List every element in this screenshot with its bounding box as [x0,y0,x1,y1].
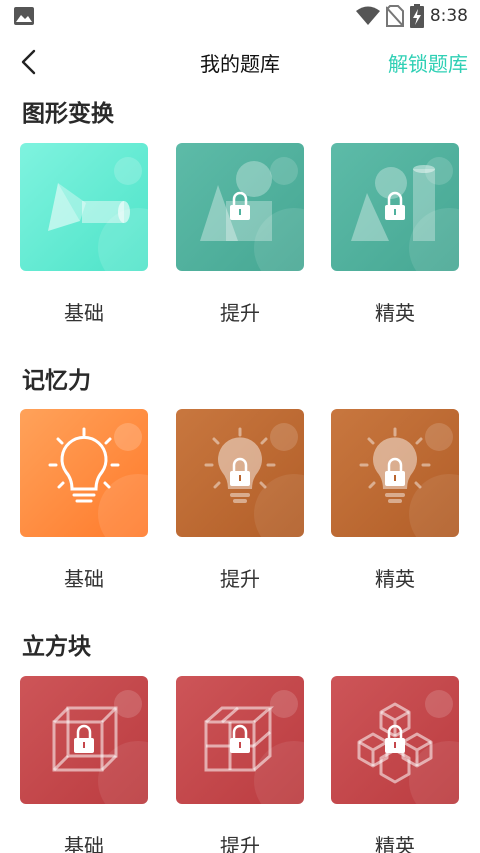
tile-cube-elite[interactable] [331,676,459,804]
status-time: 8:38 [429,6,468,26]
tile-label: 基础 [64,834,104,853]
status-bar: 8:38 [0,0,480,32]
tile-label: 精英 [375,567,415,591]
tile-shape-advanced[interactable] [176,143,304,271]
gallery-icon [14,7,34,25]
tile-cube-advanced[interactable] [176,676,304,804]
tile-label: 提升 [220,834,260,853]
tile-shape-basic[interactable] [20,143,148,271]
shapes-icon [331,143,459,271]
section-title-cubes: 立方块 [22,634,91,660]
shapes-icon [20,143,148,271]
unlock-bank-link[interactable]: 解锁题库 [388,48,468,77]
lightbulb-icon [176,409,304,537]
tile-label: 提升 [220,301,260,325]
tile-label: 基础 [64,301,104,325]
wire-cube-icon [20,676,148,804]
tile-memory-basic[interactable] [20,409,148,537]
cube-grid-icon [176,676,304,804]
section-title-memory: 记忆力 [22,368,91,394]
title-bar: 我的题库 解锁题库 [0,38,480,84]
lightbulb-icon [20,409,148,537]
lightbulb-icon [331,409,459,537]
wifi-icon [355,6,380,25]
shapes-icon [176,143,304,271]
section-title-shape-transform: 图形变换 [22,101,114,127]
no-sim-icon [385,5,404,27]
tile-label: 精英 [375,834,415,853]
tile-shape-elite[interactable] [331,143,459,271]
stacked-cubes-icon [331,676,459,804]
battery-charging-icon [409,4,424,28]
tile-memory-advanced[interactable] [176,409,304,537]
tile-memory-elite[interactable] [331,409,459,537]
tile-label: 精英 [375,301,415,325]
tile-label: 基础 [64,567,104,591]
tile-cube-basic[interactable] [20,676,148,804]
tile-label: 提升 [220,567,260,591]
